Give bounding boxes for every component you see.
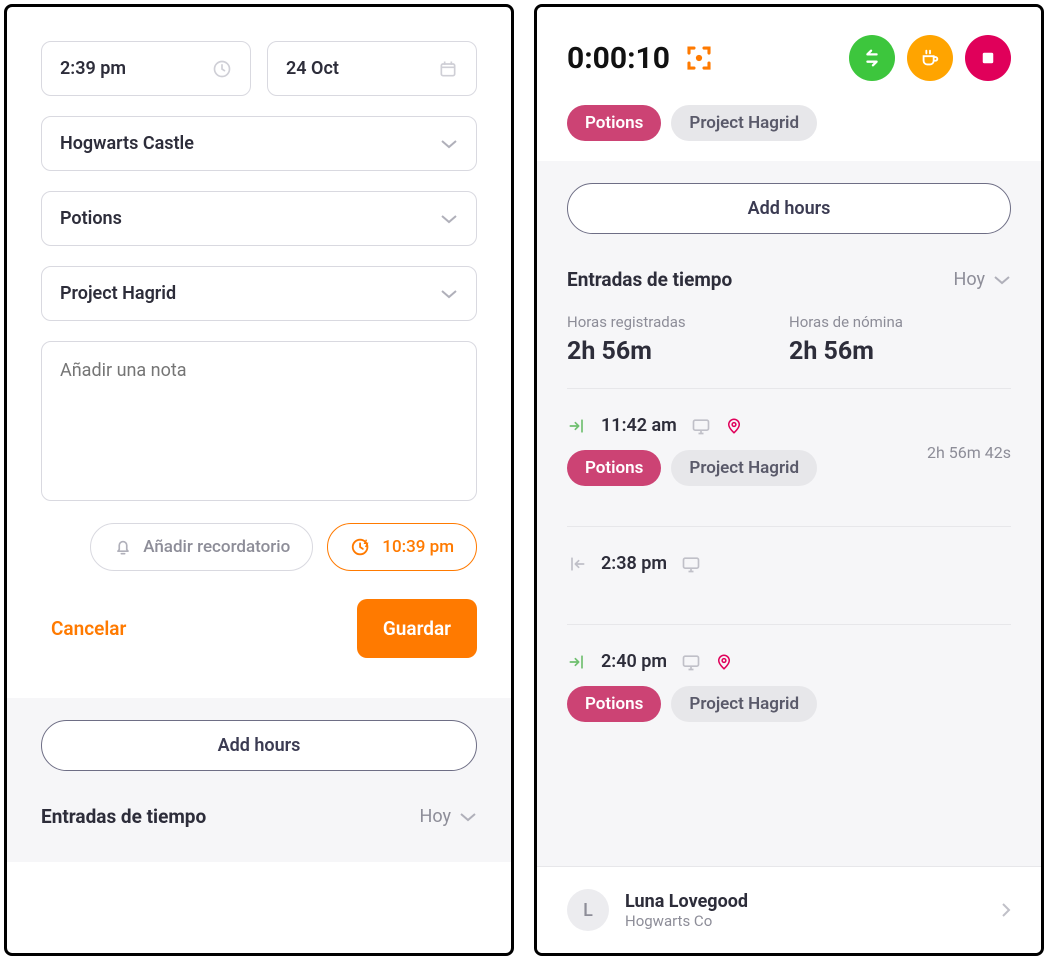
calendar-icon bbox=[438, 59, 458, 79]
tag-category[interactable]: Potions bbox=[567, 450, 661, 486]
user-org: Hogwarts Co bbox=[625, 912, 748, 930]
cancel-button[interactable]: Cancelar bbox=[41, 609, 136, 648]
arrow-in-icon bbox=[567, 652, 587, 672]
time-field[interactable]: 2:39 pm bbox=[41, 41, 251, 96]
arrow-in-icon bbox=[567, 416, 587, 436]
stop-icon bbox=[979, 49, 997, 67]
add-hours-button[interactable]: Add hours bbox=[41, 720, 477, 771]
add-reminder-button[interactable]: Añadir recordatorio bbox=[90, 523, 313, 571]
stat-payroll-label: Horas de nómina bbox=[789, 313, 1011, 331]
time-value: 2:39 pm bbox=[60, 58, 126, 79]
timer-panel: 0:00:10 Potions Project Hagrid bbox=[534, 4, 1044, 956]
stat-registered-value: 2h 56m bbox=[567, 337, 789, 366]
entry-time: 11:42 am bbox=[601, 415, 677, 436]
location-value: Hogwarts Castle bbox=[60, 133, 194, 154]
user-footer[interactable]: L Luna Lovegood Hogwarts Co bbox=[537, 866, 1041, 953]
user-name: Luna Lovegood bbox=[625, 891, 748, 912]
tag-category[interactable]: Potions bbox=[567, 686, 661, 722]
date-value: 24 Oct bbox=[286, 58, 339, 79]
save-button[interactable]: Guardar bbox=[357, 599, 477, 658]
project-select[interactable]: Project Hagrid bbox=[41, 266, 477, 321]
stat-registered-label: Horas registradas bbox=[567, 313, 789, 331]
arrow-out-icon bbox=[567, 554, 587, 574]
filter-label: Hoy bbox=[420, 806, 452, 827]
chevron-down-icon bbox=[440, 214, 458, 224]
monitor-icon bbox=[681, 652, 701, 672]
tag-category[interactable]: Potions bbox=[567, 105, 661, 141]
location-icon bbox=[715, 652, 733, 672]
tag-project[interactable]: Project Hagrid bbox=[671, 686, 817, 722]
stop-button[interactable] bbox=[965, 35, 1011, 81]
add-hours-button[interactable]: Add hours bbox=[567, 183, 1011, 234]
time-entry[interactable]: 2:40 pm Potions Project Hagrid bbox=[567, 647, 1011, 740]
entries-filter[interactable]: Hoy bbox=[420, 806, 478, 827]
add-hours-form: 2:39 pm 24 Oct Hogwarts Castle Potions P… bbox=[4, 4, 514, 956]
category-select[interactable]: Potions bbox=[41, 191, 477, 246]
date-field[interactable]: 24 Oct bbox=[267, 41, 477, 96]
timer-value: 0:00:10 bbox=[567, 41, 670, 76]
chevron-down-icon bbox=[440, 139, 458, 149]
category-value: Potions bbox=[60, 208, 122, 229]
entries-heading: Entradas de tiempo bbox=[567, 268, 732, 291]
time-entry[interactable]: 11:42 am 2h 56m 42s Potions Project Hagrid bbox=[567, 411, 1011, 504]
reminder-label: Añadir recordatorio bbox=[143, 537, 290, 557]
chevron-down-icon bbox=[993, 275, 1011, 285]
tag-project[interactable]: Project Hagrid bbox=[671, 105, 817, 141]
project-value: Project Hagrid bbox=[60, 283, 176, 304]
tag-project[interactable]: Project Hagrid bbox=[671, 450, 817, 486]
end-time-label: 10:39 pm bbox=[382, 537, 454, 557]
clock-bolt-icon bbox=[350, 536, 372, 558]
coffee-icon bbox=[919, 47, 941, 69]
focus-icon[interactable] bbox=[684, 43, 714, 73]
note-input[interactable] bbox=[41, 341, 477, 501]
entry-duration: 2h 56m 42s bbox=[927, 443, 1011, 462]
swap-button[interactable] bbox=[849, 35, 895, 81]
break-button[interactable] bbox=[907, 35, 953, 81]
entry-time: 2:38 pm bbox=[601, 553, 667, 574]
chevron-down-icon bbox=[459, 812, 477, 822]
end-time-pill[interactable]: 10:39 pm bbox=[327, 523, 477, 571]
filter-label: Hoy bbox=[954, 269, 986, 290]
clock-icon bbox=[212, 59, 232, 79]
entries-heading: Entradas de tiempo bbox=[41, 805, 206, 828]
monitor-icon bbox=[691, 416, 711, 436]
avatar: L bbox=[567, 889, 609, 931]
location-select[interactable]: Hogwarts Castle bbox=[41, 116, 477, 171]
entry-time: 2:40 pm bbox=[601, 651, 667, 672]
chevron-down-icon bbox=[440, 289, 458, 299]
chevron-right-icon bbox=[1001, 902, 1011, 918]
location-icon bbox=[725, 416, 743, 436]
swap-icon bbox=[861, 47, 883, 69]
bell-icon bbox=[113, 537, 133, 557]
monitor-icon bbox=[681, 554, 701, 574]
stat-payroll-value: 2h 56m bbox=[789, 337, 1011, 366]
entries-filter[interactable]: Hoy bbox=[954, 269, 1012, 290]
time-entry[interactable]: 2:38 pm bbox=[567, 549, 1011, 602]
